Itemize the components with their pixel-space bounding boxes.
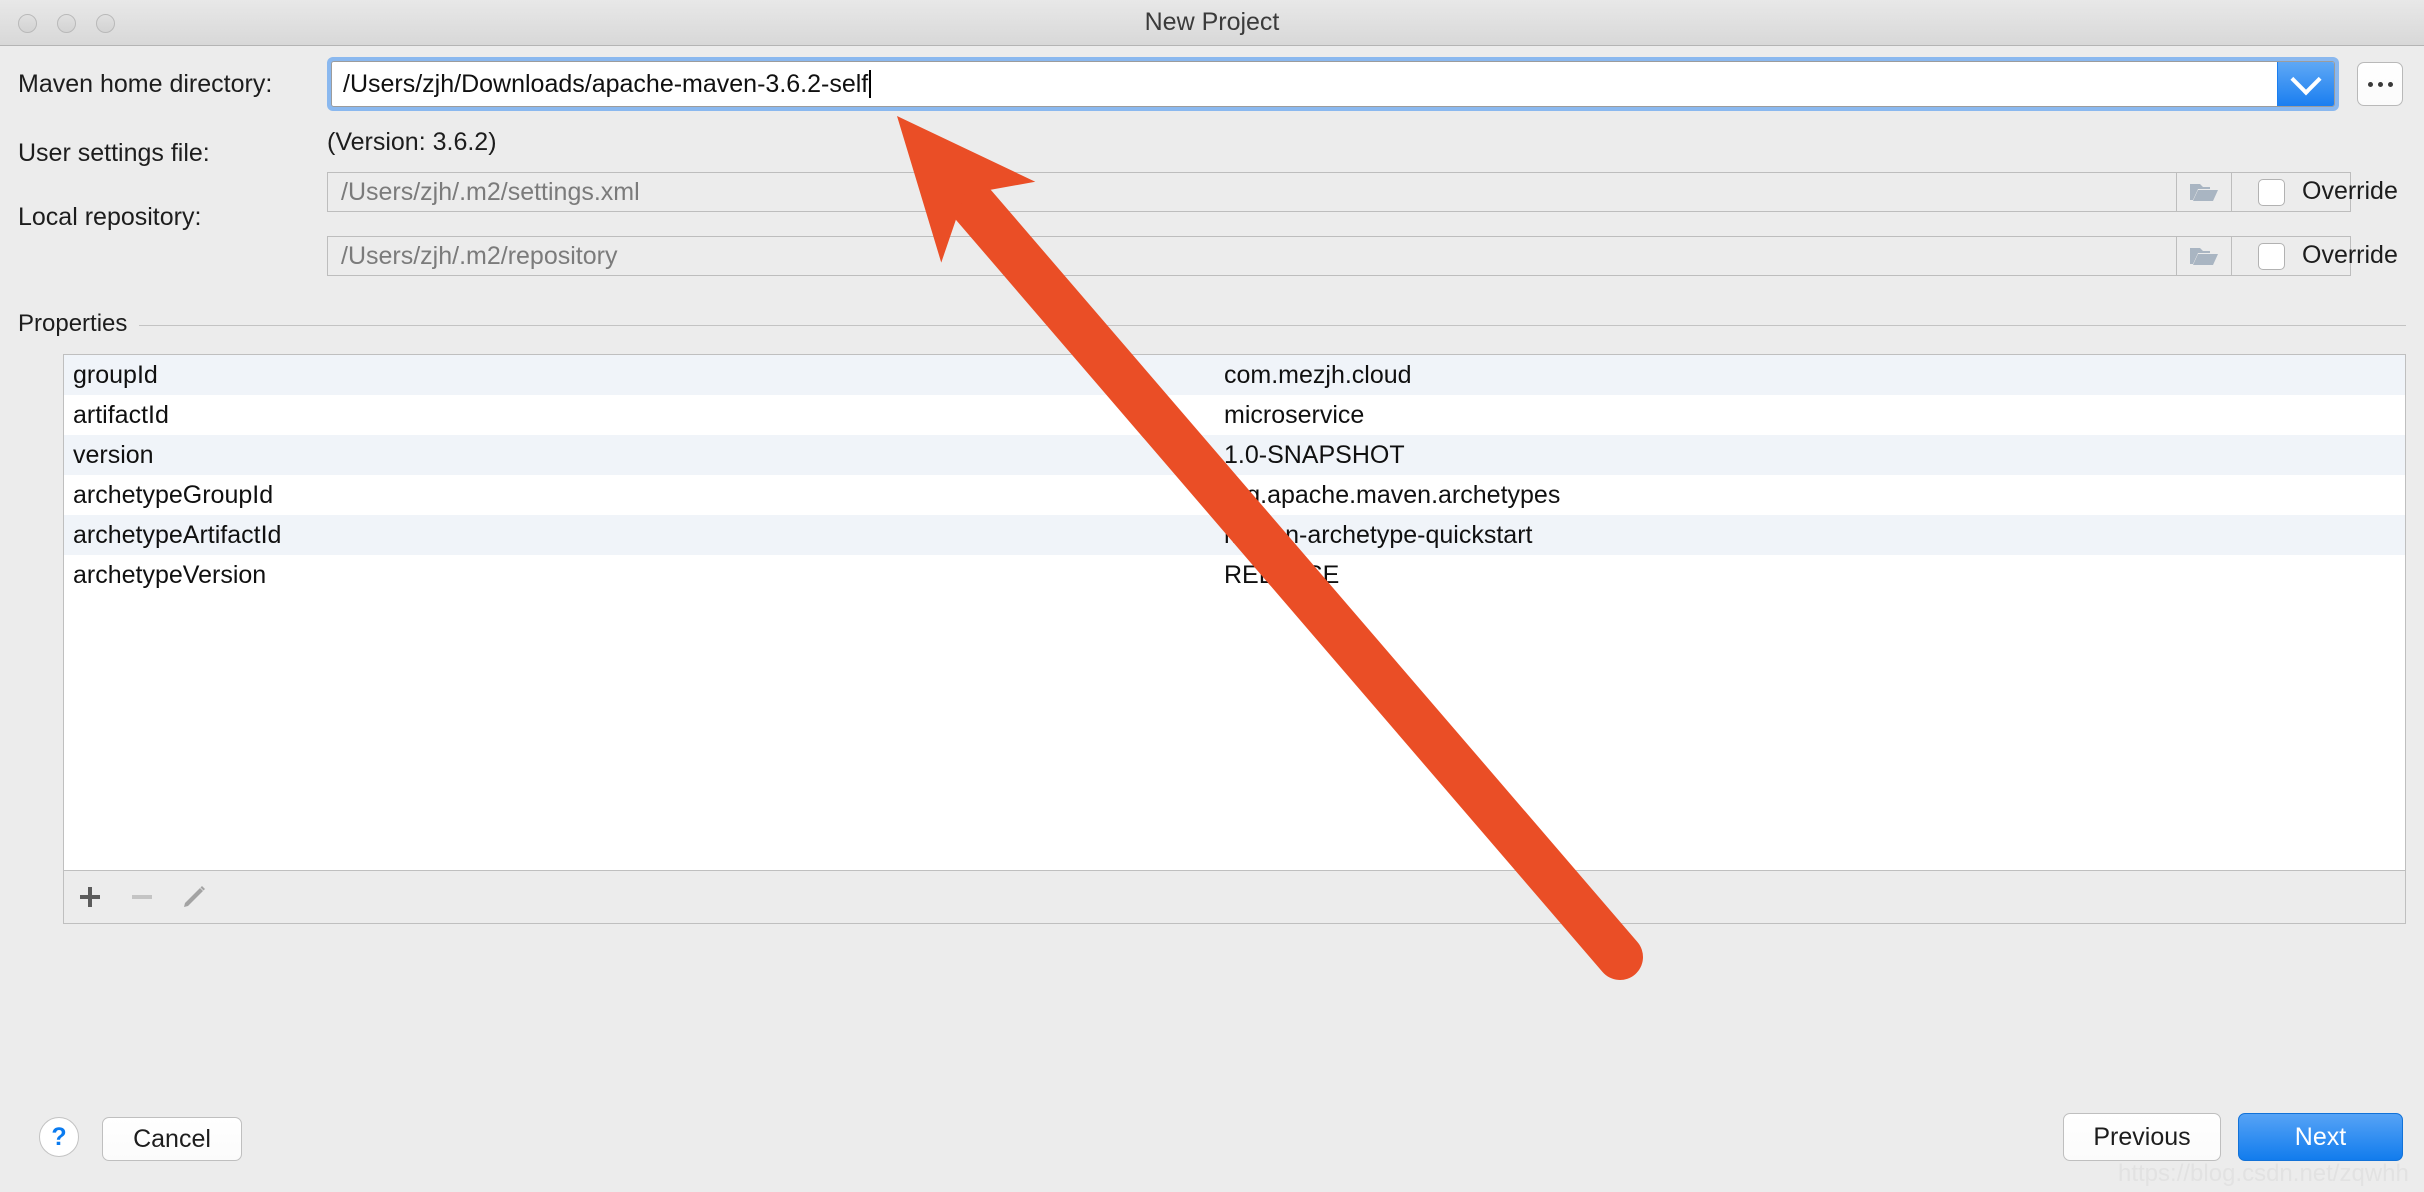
property-value: 1.0-SNAPSHOT (1224, 440, 1405, 469)
next-button[interactable]: Next (2238, 1113, 2403, 1161)
table-row[interactable]: archetypeArtifactId maven-archetype-quick… (64, 515, 2405, 555)
properties-group-title: Properties (18, 310, 140, 338)
watermark: https://blog.csdn.net/zqwhh (2118, 1160, 2409, 1187)
minus-icon (132, 895, 152, 899)
property-value: com.mezjh.cloud (1224, 360, 1412, 389)
pencil-icon (184, 886, 205, 907)
override-local-repository-checkbox[interactable] (2258, 243, 2285, 270)
browse-maven-home-button[interactable] (2357, 62, 2403, 106)
properties-table[interactable]: groupId com.mezjh.cloud artifactId microser… (63, 354, 2406, 871)
property-key: groupId (73, 360, 158, 389)
maven-home-combobox[interactable]: /Users/zjh/Downloads/apache-maven-3.6.2-… (327, 57, 2339, 111)
maven-home-label: Maven home directory: (18, 70, 273, 98)
folder-icon (2189, 180, 2219, 204)
property-key: artifactId (73, 400, 169, 429)
add-property-button[interactable] (64, 871, 116, 923)
override-user-settings-checkbox[interactable] (2258, 179, 2285, 206)
property-value: maven-archetype-quickstart (1224, 520, 1533, 549)
table-row[interactable]: version 1.0-SNAPSHOT (64, 435, 2405, 475)
browse-user-settings-button (2176, 172, 2232, 212)
user-settings-value: /Users/zjh/.m2/settings.xml (341, 177, 640, 206)
table-row[interactable]: archetypeVersion RELEASE (64, 555, 2405, 595)
property-value: RELEASE (1224, 560, 1340, 589)
new-project-dialog: New Project Maven home directory: /Users… (0, 0, 2424, 1192)
maven-version-note: (Version: 3.6.2) (327, 128, 497, 156)
local-repository-input: /Users/zjh/.m2/repository (327, 236, 2351, 276)
plus-icon (80, 887, 100, 907)
previous-button[interactable]: Previous (2063, 1113, 2221, 1161)
help-button[interactable]: ? (39, 1117, 79, 1157)
ellipsis-icon (2377, 81, 2383, 87)
property-key: version (73, 440, 154, 469)
user-settings-label: User settings file: (18, 139, 210, 167)
property-value: org.apache.maven.archetypes (1224, 480, 1561, 509)
ellipsis-icon (2367, 81, 2373, 87)
local-repository-value: /Users/zjh/.m2/repository (341, 241, 618, 270)
table-row[interactable]: archetypeGroupId org.apache.maven.archety… (64, 475, 2405, 515)
maven-home-input[interactable]: /Users/zjh/Downloads/apache-maven-3.6.2-… (332, 62, 2277, 106)
chevron-down-icon[interactable] (2277, 62, 2334, 106)
window-titlebar: New Project (0, 0, 2424, 46)
override-local-repository-label: Override (2302, 241, 2398, 269)
ellipsis-icon (2387, 81, 2393, 87)
group-separator (18, 325, 2406, 326)
browse-local-repository-button (2176, 236, 2232, 276)
property-key: archetypeGroupId (73, 480, 274, 509)
local-repository-label: Local repository: (18, 203, 202, 231)
override-user-settings-label: Override (2302, 177, 2398, 205)
window-title: New Project (1144, 8, 1280, 36)
folder-icon (2189, 244, 2219, 268)
property-value: microservice (1224, 400, 1365, 429)
text-cursor (869, 70, 872, 98)
properties-table-toolbar (63, 871, 2406, 924)
property-key: archetypeVersion (73, 560, 267, 589)
property-key: archetypeArtifactId (73, 520, 282, 549)
cancel-button[interactable]: Cancel (102, 1117, 242, 1161)
table-row[interactable]: artifactId microservice (64, 395, 2405, 435)
edit-property-button[interactable] (168, 871, 220, 923)
maven-home-value: /Users/zjh/Downloads/apache-maven-3.6.2-… (343, 69, 869, 98)
remove-property-button (116, 871, 168, 923)
table-row[interactable]: groupId com.mezjh.cloud (64, 355, 2405, 395)
user-settings-input: /Users/zjh/.m2/settings.xml (327, 172, 2351, 212)
